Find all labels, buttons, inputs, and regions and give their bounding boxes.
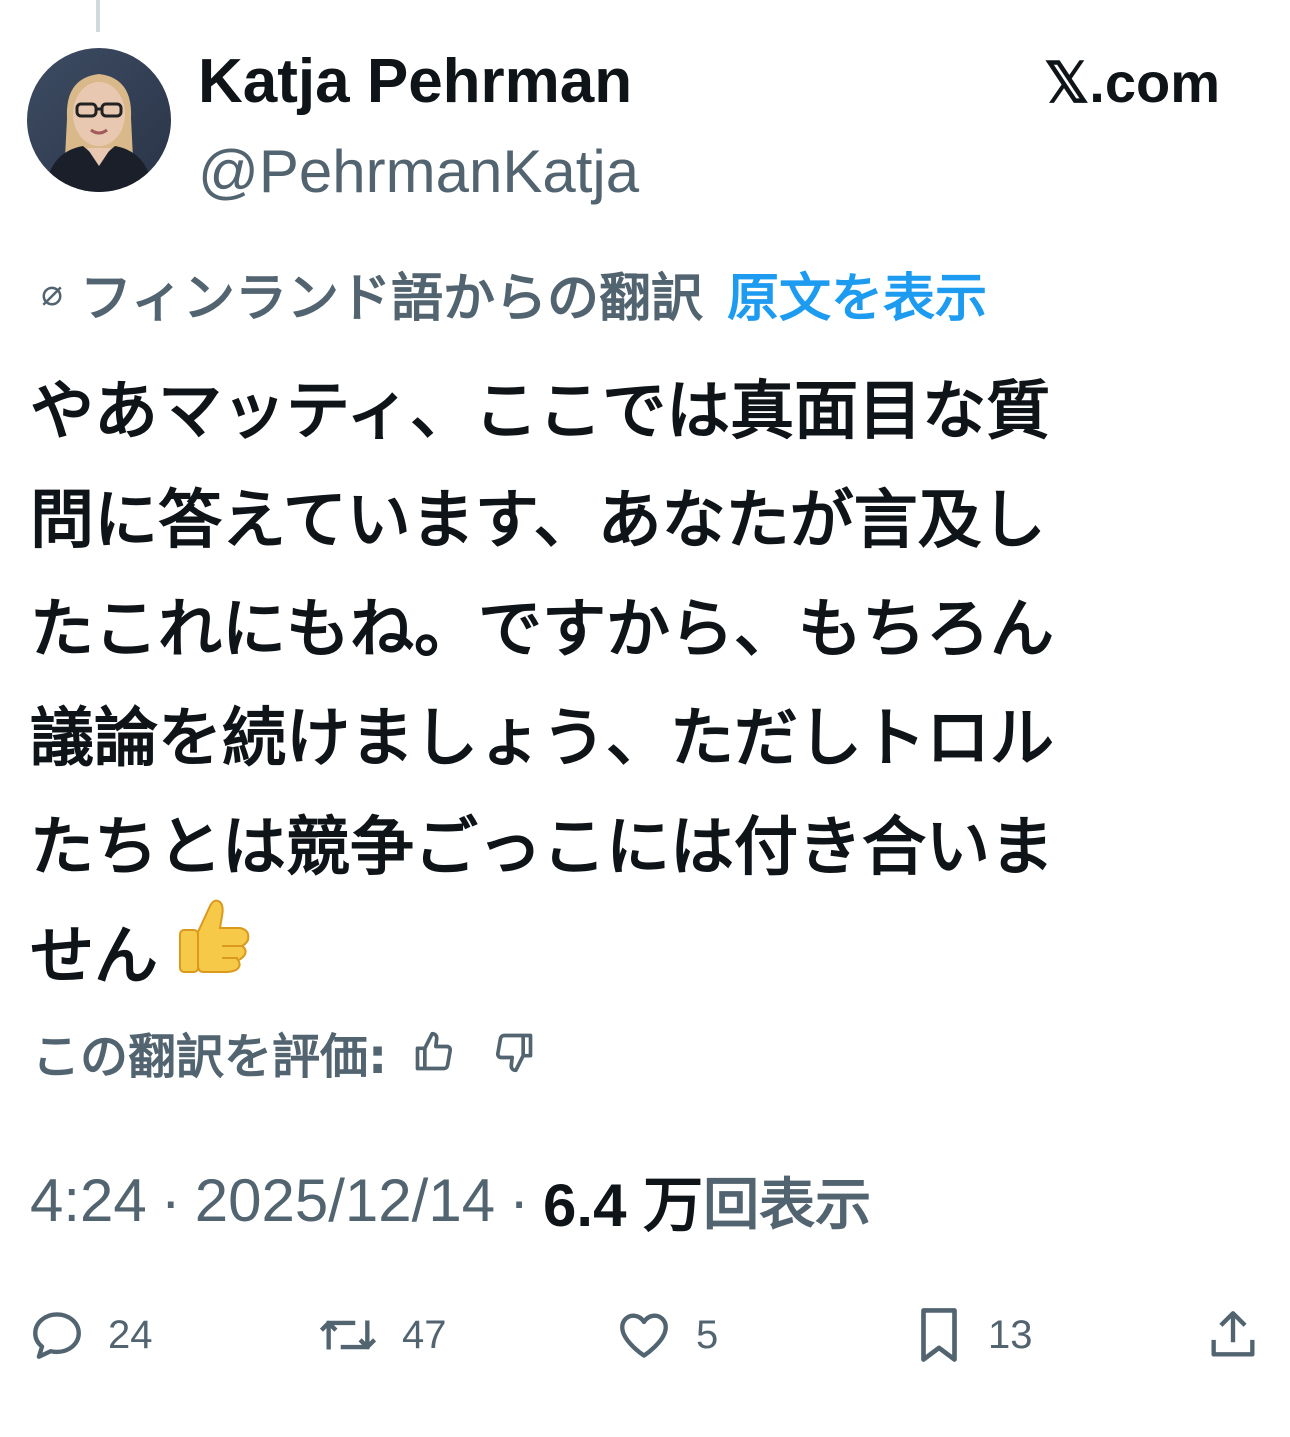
repost-count: 47 (402, 1312, 447, 1357)
like-count: 5 (696, 1312, 719, 1357)
share-button[interactable] (1204, 1290, 1262, 1380)
views-count: 6.4 万 (543, 1171, 704, 1239)
translation-source-label: フィンランド語からの翻訳 (80, 268, 703, 329)
rate-translation-label: この翻訳を評価: (32, 1029, 388, 1085)
like-button[interactable]: 5 (614, 1290, 718, 1380)
repost-button[interactable]: 47 (316, 1290, 447, 1380)
tweet-text-line: せん (30, 920, 158, 994)
avatar[interactable] (27, 48, 171, 192)
share-icon (1211, 1311, 1255, 1357)
tweet-meta: 4:24 · 2025/12/14 · 6.4 万 回表示 (30, 1160, 871, 1240)
author-handle[interactable]: @PehrmanKatja (198, 134, 639, 210)
thumbs-up-emoji (176, 896, 252, 1010)
tweet-text-line: 問に答えています、あなたが言及し (30, 484, 1046, 558)
tweet-text-line: やあマッティ、ここでは真面目な質 (30, 375, 1051, 449)
heart-icon (620, 1313, 668, 1358)
show-original-link[interactable]: 原文を表示 (727, 256, 987, 331)
reply-button[interactable]: 24 (28, 1290, 153, 1380)
tweet-text-last-line: せん (30, 900, 1210, 1012)
meta-separator: · (509, 1166, 530, 1234)
tweet-date[interactable]: 2025/12/14 (195, 1166, 495, 1235)
translate-icon: ⌀ (41, 272, 63, 314)
rate-down-button[interactable] (489, 1027, 539, 1077)
reply-count: 24 (108, 1312, 153, 1357)
reply-icon (33, 1312, 81, 1359)
author-display-name[interactable]: Katja Pehrman (198, 44, 632, 120)
repost-icon (319, 1320, 377, 1350)
brand-watermark: 𝕏.com (1044, 51, 1220, 114)
thumbs-up-icon (415, 1031, 453, 1071)
rate-up-button[interactable] (409, 1027, 459, 1077)
tweet-time[interactable]: 4:24 (30, 1166, 147, 1235)
tweet-text-line: 議論を続けましょう、ただしトロル (30, 702, 1054, 776)
bookmark-icon (921, 1308, 957, 1362)
tweet-text-line: たこれにもね。ですから、もちろん (30, 593, 1054, 667)
meta-separator: · (160, 1166, 181, 1234)
bookmark-count: 13 (988, 1312, 1033, 1357)
avatar-image (27, 48, 171, 192)
translation-notice: ⌀ フィンランド語からの翻訳 原文を表示 (32, 256, 987, 331)
views-label: 回表示 (703, 1172, 872, 1238)
thumbs-down-icon (496, 1033, 533, 1073)
tweet-text-line: たちとは競争ごっこには付き合いま (30, 811, 1054, 885)
thread-connector-line (96, 0, 100, 32)
tweet-text: やあマッティ、ここでは真面目な質 問に答えています、あなたが言及し たこれにもね… (30, 358, 1210, 1012)
rate-translation: この翻訳を評価: (32, 1016, 539, 1088)
bookmark-button[interactable]: 13 (912, 1290, 1033, 1380)
action-bar: 24 47 5 13 (0, 1290, 1290, 1380)
